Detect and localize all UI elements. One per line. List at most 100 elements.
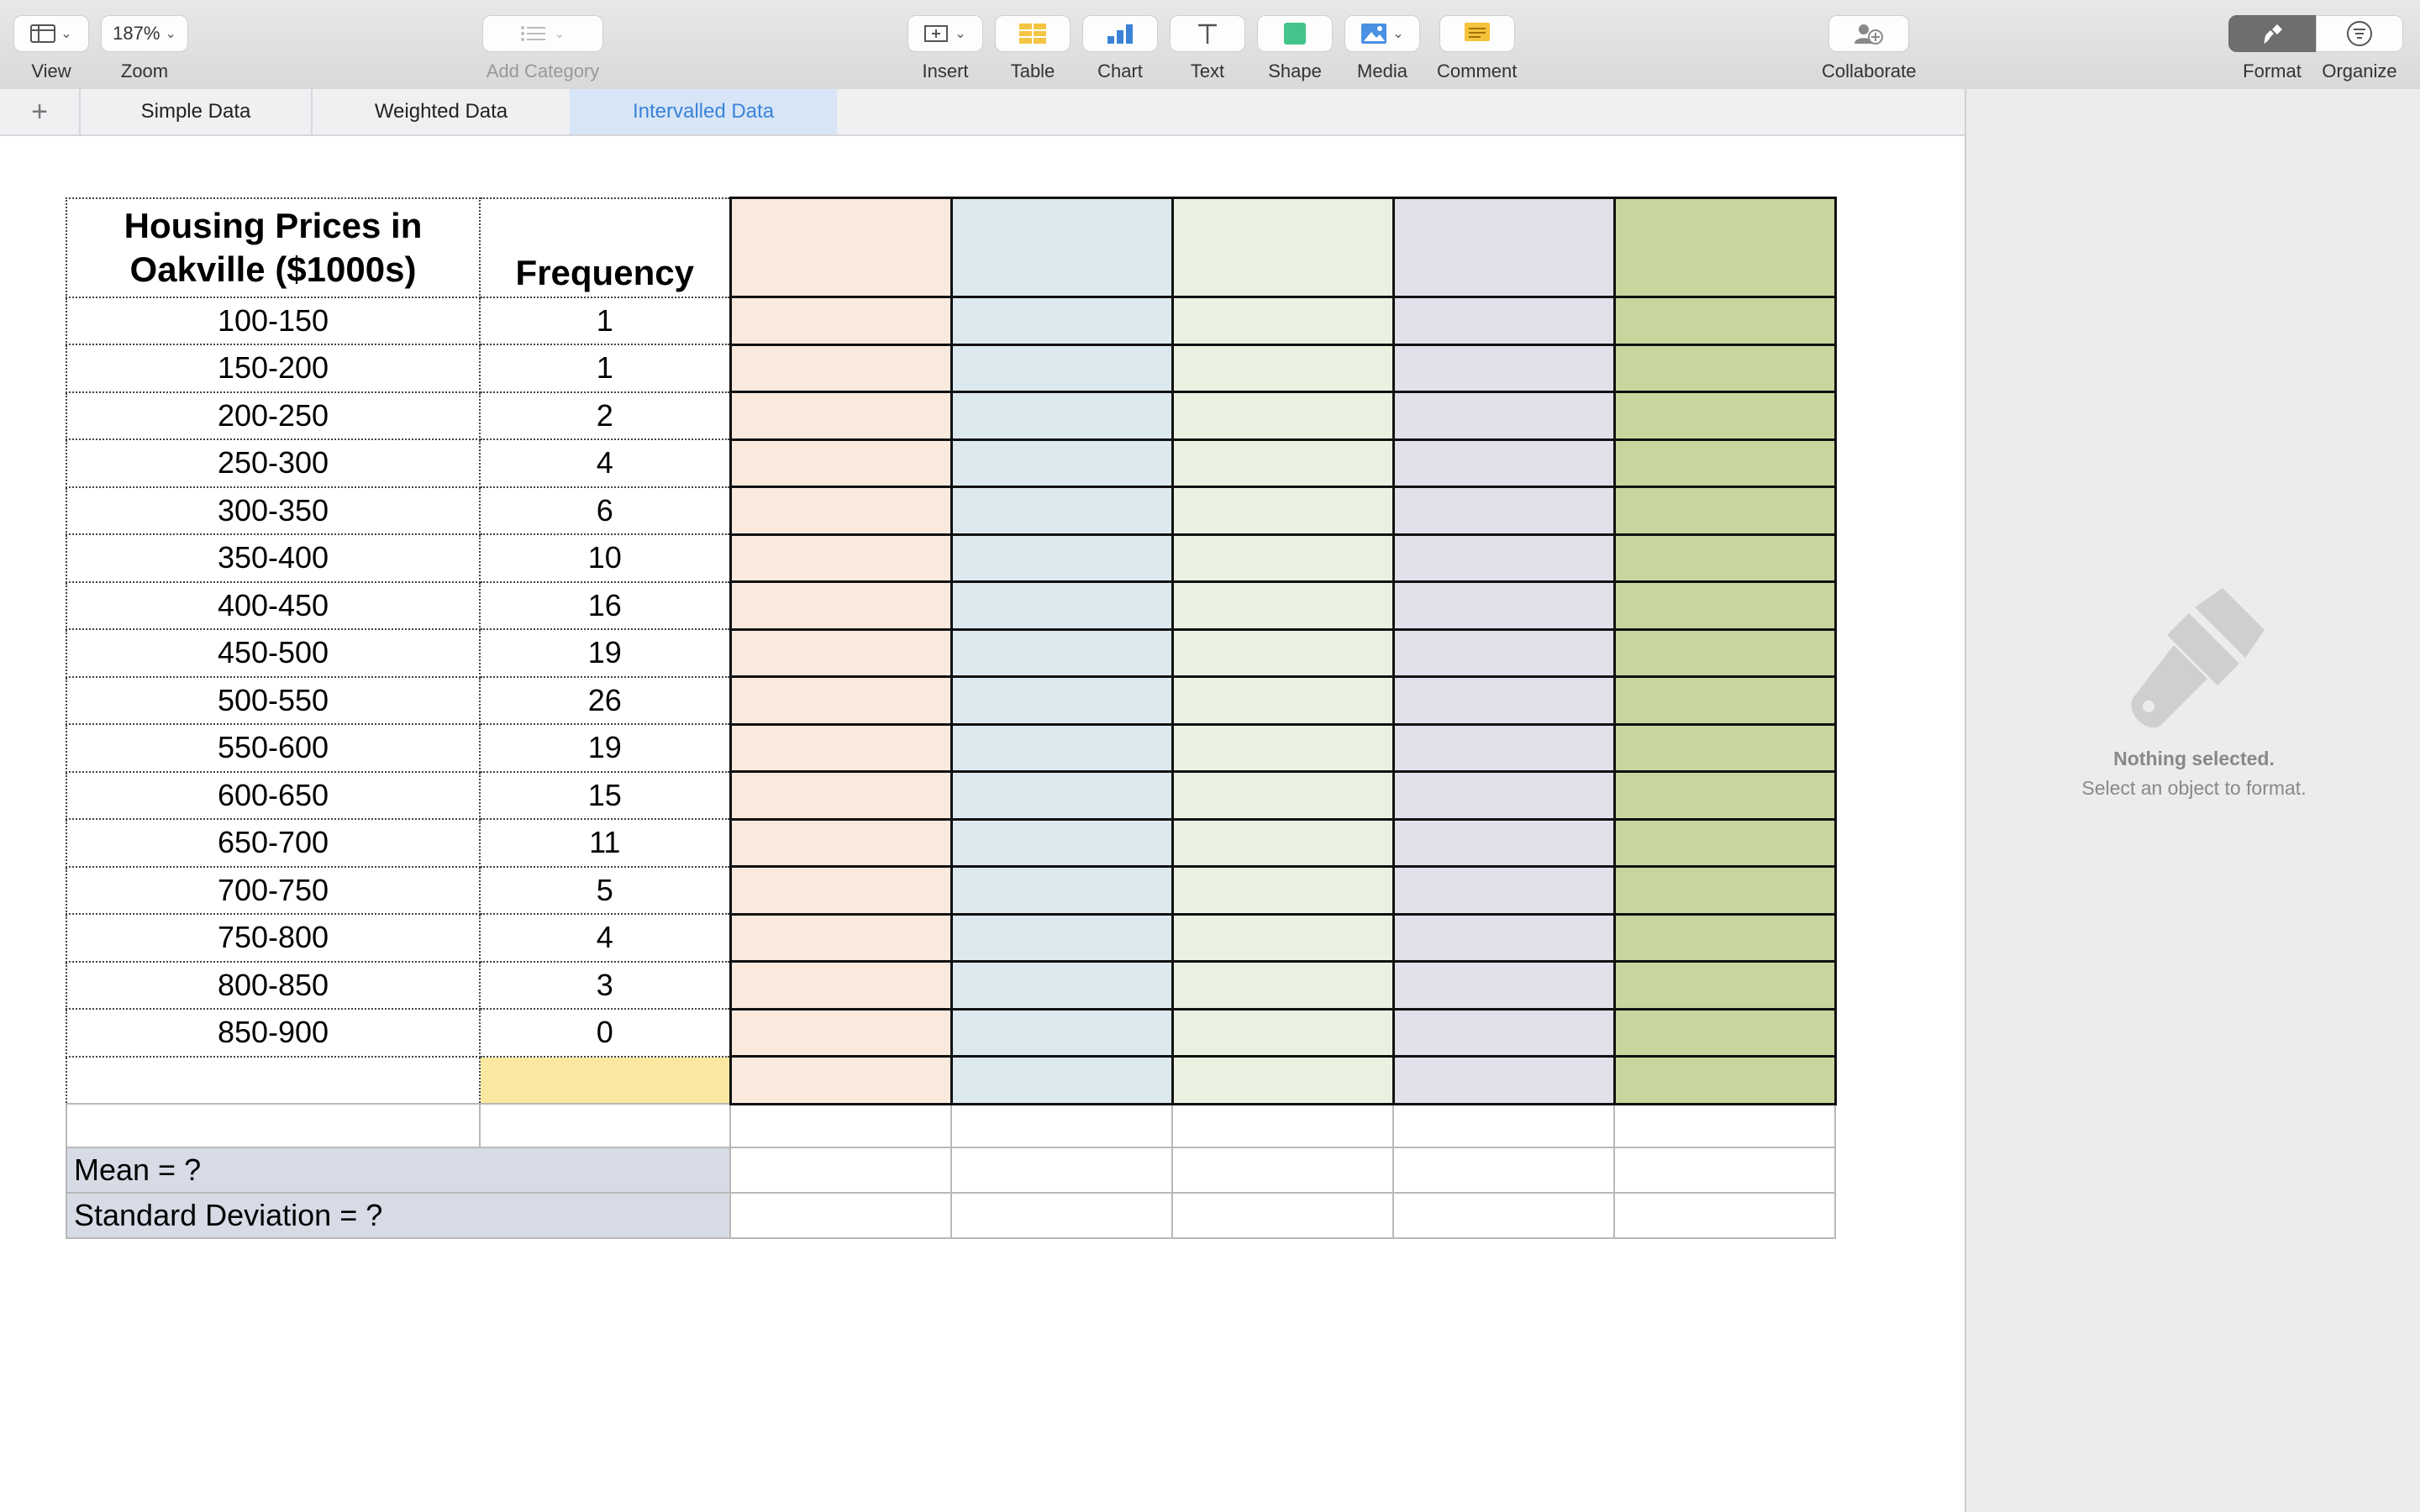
blank-cell[interactable] — [1612, 627, 1837, 678]
blank-cell[interactable] — [729, 343, 953, 393]
blank-cell[interactable] — [1612, 1055, 1837, 1105]
blank-cell[interactable] — [1392, 722, 1616, 773]
frequency-cell[interactable]: 1 — [479, 296, 731, 345]
view-control[interactable]: ⌄ View — [13, 15, 89, 82]
blank-cell[interactable] — [1612, 817, 1837, 868]
blank-cell[interactable] — [950, 343, 1174, 393]
blank-cell[interactable] — [1392, 865, 1616, 916]
interval-cell[interactable]: 250-300 — [66, 438, 481, 488]
interval-cell[interactable]: 350-400 — [66, 533, 481, 583]
interval-cell[interactable]: 450-500 — [66, 628, 481, 678]
blank-cell[interactable] — [1612, 580, 1837, 631]
blank-cell[interactable] — [1171, 722, 1395, 773]
blank-cell[interactable] — [729, 627, 953, 678]
blank-cell[interactable] — [950, 296, 1174, 346]
blank-cell[interactable] — [729, 486, 953, 536]
blank-cell[interactable] — [1612, 770, 1837, 821]
header-cell-empty[interactable] — [1612, 197, 1837, 298]
blank-cell[interactable] — [1392, 391, 1616, 441]
blank-cell[interactable] — [729, 1147, 952, 1194]
blank-cell[interactable] — [1612, 438, 1837, 488]
interval-cell[interactable]: 300-350 — [66, 486, 481, 535]
header-cell-frequency[interactable]: Frequency — [479, 197, 731, 298]
blank-cell[interactable] — [1612, 1007, 1837, 1058]
blank-cell[interactable] — [1612, 296, 1837, 346]
add-category-control[interactable]: ⌄ Add Category — [482, 15, 603, 82]
blank-cell[interactable] — [1612, 912, 1837, 963]
blank-cell[interactable] — [1392, 770, 1616, 821]
comment-control[interactable]: Comment — [1437, 15, 1517, 82]
blank-cell[interactable] — [1171, 296, 1395, 346]
frequency-cell[interactable]: 3 — [479, 960, 731, 1010]
add-sheet-button[interactable]: + — [0, 89, 79, 134]
blank-cell[interactable] — [729, 533, 953, 583]
blank-cell[interactable] — [729, 1192, 952, 1239]
frequency-cell[interactable]: 0 — [479, 1008, 731, 1058]
text-control[interactable]: Text — [1170, 15, 1245, 82]
frequency-cell[interactable]: 19 — [479, 628, 731, 678]
blank-cell[interactable] — [950, 675, 1174, 726]
blank-cell[interactable] — [950, 486, 1174, 536]
blank-cell[interactable] — [1612, 865, 1837, 916]
blank-cell[interactable] — [1392, 296, 1616, 346]
frequency-cell[interactable]: 11 — [479, 818, 731, 868]
frequency-cell[interactable]: 6 — [479, 486, 731, 535]
add-category-button[interactable]: ⌄ — [482, 15, 603, 52]
zoom-control[interactable]: 187% ⌄ Zoom — [101, 15, 188, 82]
blank-cell[interactable] — [729, 817, 953, 868]
interval-cell[interactable]: 150-200 — [66, 344, 481, 393]
blank-cell[interactable] — [950, 770, 1174, 821]
blank-cell[interactable] — [950, 722, 1174, 773]
tab-intervalled-data[interactable]: Intervalled Data — [570, 89, 837, 134]
blank-cell[interactable] — [1171, 1147, 1394, 1194]
blank-cell[interactable] — [1392, 1055, 1616, 1105]
blank-cell[interactable] — [1612, 960, 1837, 1011]
total-frequency-cell[interactable] — [479, 1055, 731, 1105]
blank-cell[interactable] — [1392, 533, 1616, 583]
interval-cell[interactable]: 400-450 — [66, 580, 481, 630]
mean-cell[interactable]: Mean = ? — [66, 1147, 731, 1194]
blank-cell[interactable] — [1171, 627, 1395, 678]
blank-cell[interactable] — [1171, 391, 1395, 441]
blank-cell[interactable] — [66, 1055, 481, 1105]
blank-cell[interactable] — [1392, 1103, 1615, 1148]
tab-weighted-data[interactable]: Weighted Data — [311, 89, 570, 134]
blank-cell[interactable] — [950, 1007, 1174, 1058]
blank-cell[interactable] — [729, 1055, 953, 1105]
blank-cell[interactable] — [1612, 343, 1837, 393]
blank-cell[interactable] — [729, 391, 953, 441]
blank-cell[interactable] — [1171, 533, 1395, 583]
blank-cell[interactable] — [729, 296, 953, 346]
blank-cell[interactable] — [1392, 343, 1616, 393]
blank-cell[interactable] — [950, 438, 1174, 488]
format-control[interactable]: Format — [2228, 15, 2316, 82]
blank-cell[interactable] — [1171, 438, 1395, 488]
table-control[interactable]: Table — [995, 15, 1071, 82]
blank-cell[interactable] — [729, 770, 953, 821]
format-button[interactable] — [2228, 15, 2316, 52]
intervalled-data-table[interactable]: Housing Prices in Oakville ($1000s) Freq… — [66, 197, 1837, 1239]
blank-cell[interactable] — [950, 960, 1174, 1011]
text-button[interactable] — [1170, 15, 1245, 52]
interval-cell[interactable]: 100-150 — [66, 296, 481, 345]
insert-control[interactable]: ⌄ Insert — [908, 15, 983, 82]
table-button[interactable] — [995, 15, 1071, 52]
blank-cell[interactable] — [950, 912, 1174, 963]
blank-cell[interactable] — [1392, 817, 1616, 868]
blank-cell[interactable] — [729, 675, 953, 726]
blank-cell[interactable] — [1171, 1192, 1394, 1239]
header-cell-empty[interactable] — [1392, 197, 1616, 298]
frequency-cell[interactable]: 16 — [479, 580, 731, 630]
blank-cell[interactable] — [950, 817, 1174, 868]
blank-cell[interactable] — [1171, 675, 1395, 726]
blank-cell[interactable] — [1171, 865, 1395, 916]
blank-cell[interactable] — [1392, 1007, 1616, 1058]
frequency-cell[interactable]: 15 — [479, 770, 731, 820]
blank-cell[interactable] — [1612, 675, 1837, 726]
blank-cell[interactable] — [950, 627, 1174, 678]
header-cell-empty[interactable] — [1171, 197, 1395, 298]
blank-cell[interactable] — [1612, 391, 1837, 441]
header-cell-prices[interactable]: Housing Prices in Oakville ($1000s) — [66, 197, 481, 298]
blank-cell[interactable] — [1392, 912, 1616, 963]
std-dev-cell[interactable]: Standard Deviation = ? — [66, 1192, 731, 1239]
